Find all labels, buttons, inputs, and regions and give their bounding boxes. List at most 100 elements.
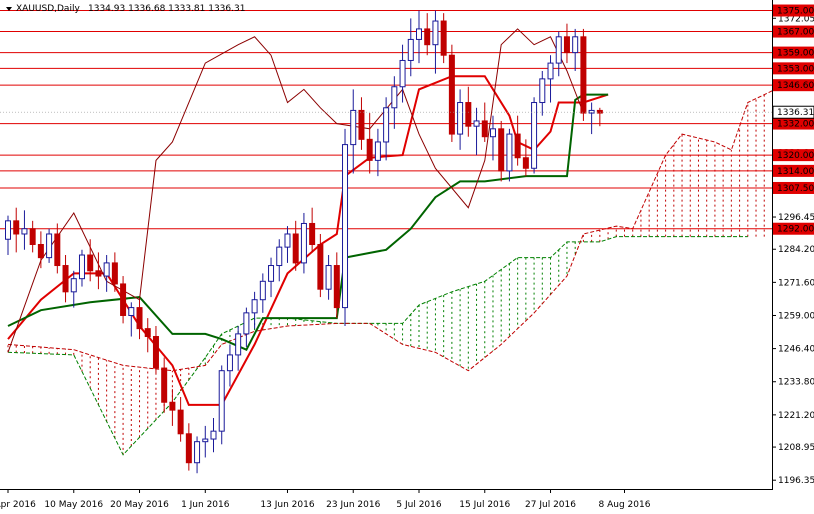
level-label: 1359.00	[777, 49, 814, 59]
x-tick-label: 15 Jul 2016	[459, 500, 510, 510]
candle-body	[177, 409, 184, 435]
candle-body	[539, 78, 546, 104]
chart-header: XAUUSD,Daily 1334.93 1336.68 1333.81 133…	[6, 4, 245, 14]
candle-body	[210, 430, 217, 440]
candle-body	[284, 233, 291, 248]
candle-body	[358, 109, 365, 140]
y-tick-label: 1221.20	[778, 411, 814, 421]
candle-body	[62, 265, 69, 293]
candle-body	[448, 54, 455, 135]
candle-body	[292, 233, 299, 264]
candle-body	[498, 128, 505, 172]
candle-body	[226, 354, 233, 372]
candle-body	[235, 333, 242, 356]
candle-body	[13, 220, 20, 235]
candle-body	[128, 307, 135, 316]
candle-body	[194, 441, 201, 464]
candle-body	[120, 283, 127, 316]
candle-body	[161, 367, 168, 403]
candle-body	[391, 86, 398, 109]
x-tick-label: 23 Jun 2016	[326, 500, 380, 510]
level-label: 1353.00	[777, 64, 814, 74]
candle-body	[342, 144, 349, 309]
x-tick-label: 20 May 2016	[110, 500, 169, 510]
candle-body	[103, 262, 110, 277]
candle-body	[46, 233, 53, 259]
candle-body	[457, 102, 464, 135]
candle-body	[111, 262, 118, 285]
candle-body	[350, 109, 357, 146]
candle-body	[489, 128, 496, 138]
candle-body	[514, 133, 521, 159]
price-chart: 1372.051359.201346.351333.751320.901308.…	[0, 0, 814, 510]
candle-body	[374, 141, 381, 161]
candle-body	[333, 265, 340, 309]
candle-body	[580, 36, 587, 114]
senkou-span-a	[7, 236, 748, 456]
candle-body	[5, 220, 11, 240]
y-tick-label: 1259.00	[778, 311, 814, 321]
ohlc-readout: 1334.93 1336.68 1333.81 1336.31	[88, 4, 245, 14]
candle-body	[596, 109, 603, 114]
candle-body	[309, 222, 316, 245]
candle-body	[506, 133, 513, 172]
y-tick-label: 1208.95	[778, 443, 814, 453]
candle-body	[547, 62, 554, 80]
level-label: 1314.00	[777, 167, 814, 177]
candle-body	[251, 299, 258, 314]
x-tick-label: 1 Jun 2016	[181, 500, 230, 510]
candle-body	[268, 265, 275, 282]
chikou-line	[7, 28, 584, 353]
y-tick-label: 1246.40	[778, 345, 814, 355]
candle-body	[136, 307, 143, 330]
level-label: 1332.00	[777, 120, 814, 130]
candle-body	[95, 270, 102, 277]
y-tick-label: 1284.20	[778, 245, 814, 255]
candle-body	[473, 120, 480, 127]
candle-body	[555, 36, 562, 64]
candle-body	[70, 278, 77, 293]
x-tick-label: 5 Jul 2016	[396, 500, 441, 510]
candle-body	[78, 254, 85, 280]
candle-body	[243, 312, 250, 335]
candle-body	[440, 20, 447, 56]
candle-body	[563, 36, 570, 54]
x-tick-label: 10 May 2016	[44, 500, 103, 510]
axis-border-right	[772, 0, 773, 490]
x-axis: 28 Apr 2016 10 May 2016 20 May 2016 1 Jun 2…	[0, 489, 651, 510]
candle-body	[276, 246, 283, 267]
candles	[5, 10, 603, 474]
y-tick-label: 1196.35	[778, 476, 814, 486]
candle-body	[29, 228, 36, 245]
candle-body	[87, 254, 94, 272]
axis-border-bottom	[0, 489, 773, 490]
level-label: 1367.00	[777, 28, 814, 38]
x-tick-label: 8 Aug 2016	[599, 500, 651, 510]
candle-body	[21, 228, 28, 235]
cloud-layer	[7, 86, 781, 456]
candle-body	[588, 109, 595, 114]
candle-body	[185, 433, 192, 464]
y-tick-label: 1233.80	[778, 378, 814, 388]
candle-body	[407, 38, 414, 61]
level-label: 1292.00	[777, 225, 814, 235]
candle-body	[54, 233, 61, 267]
candle-body	[317, 244, 324, 290]
candle-body	[572, 36, 579, 54]
candle-body	[399, 59, 406, 88]
x-tick-label: 13 Jun 2016	[260, 500, 314, 510]
level-label: 1346.60	[777, 81, 814, 91]
candle-body	[481, 120, 488, 138]
x-tick-label: 28 Apr 2016	[0, 500, 36, 510]
y-tick-label: 1296.45	[778, 213, 814, 223]
candle-body	[432, 20, 439, 46]
candle-body	[202, 438, 209, 443]
candle-body	[383, 107, 390, 143]
x-tick-label: 27 Jul 2016	[525, 500, 576, 510]
candle-body	[144, 328, 151, 338]
candle-body	[37, 244, 44, 259]
candle-body	[300, 222, 307, 264]
candle-body	[522, 157, 529, 169]
candle-body	[169, 401, 176, 411]
candle-body	[259, 280, 266, 301]
